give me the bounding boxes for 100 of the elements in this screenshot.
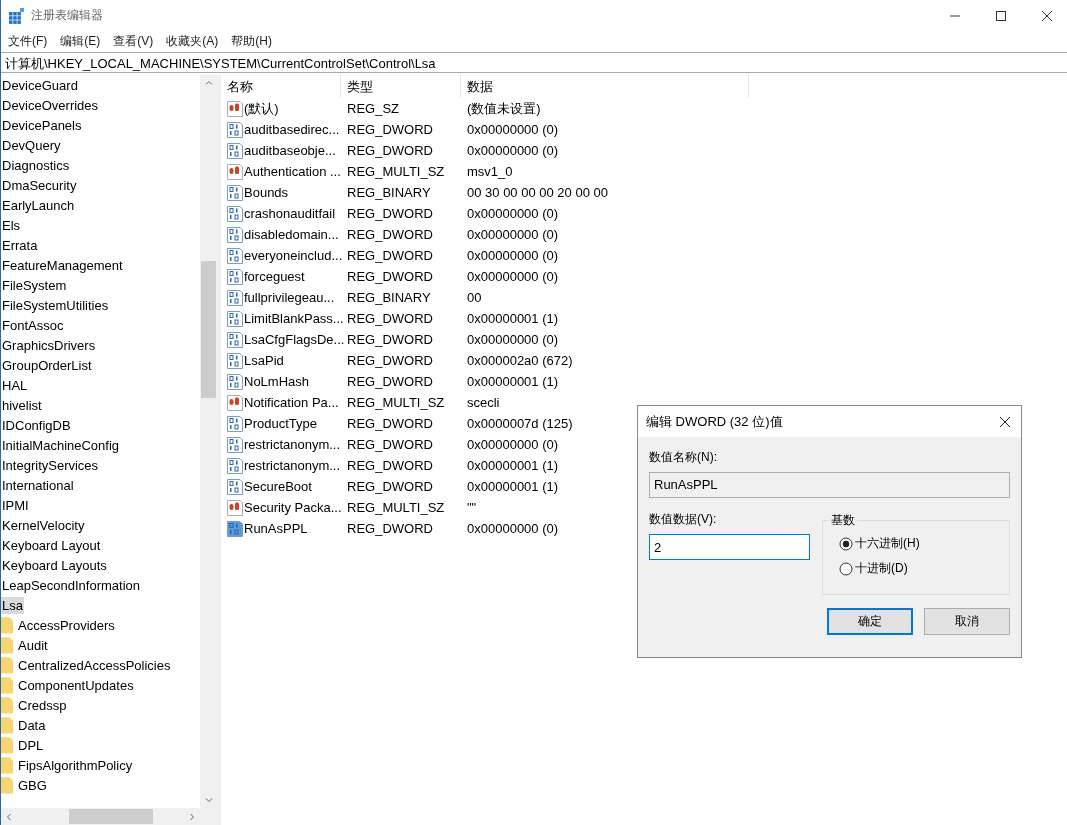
tree-item[interactable]: FileSystemUtilities [1,296,110,314]
tree-item[interactable]: Data [17,716,47,734]
scroll-thumb[interactable] [201,261,216,398]
tree-item[interactable]: CentralizedAccessPolicies [17,656,172,674]
tree-item[interactable]: GroupOrderList [1,356,93,374]
folder-icon [1,716,13,734]
value-data: "" [467,500,477,515]
value-name[interactable]: NoLmHash [244,374,310,389]
column-header[interactable]: 数据 [461,75,749,98]
tree-item[interactable]: GraphicsDrivers [1,336,97,354]
value-data: 0x00000001 (1) [467,479,559,494]
tree-item[interactable]: IPMI [1,496,30,514]
tree-item[interactable]: FipsAlgorithmPolicy [17,756,134,774]
radio-button[interactable] [839,536,853,551]
tree-item[interactable]: LeapSecondInformation [1,576,142,594]
tree-item[interactable]: DeviceOverrides [1,96,100,114]
tree-item[interactable]: IntegrityServices [1,456,100,474]
value-name[interactable]: auditbasedirec... [244,122,340,137]
value-data-field[interactable]: 2 [649,534,810,560]
tree-item[interactable]: FontAssoc [1,316,65,334]
value-data: 0x000002a0 (672) [467,353,573,368]
close-icon[interactable] [999,415,1011,428]
registry-app-icon [9,7,25,24]
value-name[interactable]: LimitBlankPass... [244,311,344,326]
value-data: 0x00000001 (1) [467,458,559,473]
radio-label[interactable]: 十六进制(H) [855,535,920,552]
value-name[interactable]: (默认) [244,99,279,118]
folder-icon [1,636,13,654]
value-type: REG_DWORD [347,437,433,452]
tree-item[interactable]: DPL [17,736,45,754]
tree-item[interactable]: HAL [1,376,29,394]
menu-item[interactable]: 查看(V) [113,33,154,50]
address-bar[interactable]: 计算机\HKEY_LOCAL_MACHINE\SYSTEM\CurrentControlSet\Control\Lsa [1,52,1067,73]
column-header[interactable]: 类型 [341,75,461,98]
value-name[interactable]: disabledomain... [244,227,339,242]
value-name[interactable]: LsaPid [244,353,284,368]
value-name[interactable]: ProductType [244,416,317,431]
tree-item[interactable]: DevQuery [1,136,62,154]
tree-item[interactable]: ComponentUpdates [17,676,135,694]
column-header[interactable]: 名称 [221,75,341,98]
value-type: REG_BINARY [347,290,431,305]
tree-item[interactable]: Diagnostics [1,156,71,174]
value-type: REG_DWORD [347,248,433,263]
tree-item[interactable]: hivelist [1,396,43,414]
value-name[interactable]: Bounds [244,185,289,200]
value-data: 00 30 00 00 00 20 00 00 [467,185,608,200]
tree-item[interactable]: DmaSecurity [1,176,78,194]
menu-item[interactable]: 帮助(H) [231,33,272,50]
menu-item[interactable]: 收藏夹(A) [166,33,219,50]
folder-icon [1,656,13,674]
window-title: 注册表编辑器 [31,7,103,24]
tree-item[interactable]: DeviceGuard [1,76,79,94]
tree-item[interactable]: FeatureManagement [1,256,124,274]
tree-item[interactable]: IDConfigDB [1,416,72,434]
tree-item[interactable]: Lsa [1,596,24,614]
scroll-thumb[interactable] [69,809,153,824]
value-name[interactable]: auditbaseobje... [244,143,336,158]
tree-item[interactable]: Audit [17,636,49,654]
value-name[interactable]: LsaCfgFlagsDe... [244,332,345,347]
tree-item[interactable]: GBG [17,776,48,794]
value-name[interactable]: everyoneinclud... [244,248,343,263]
tree-item[interactable]: Errata [1,236,39,254]
tree-item[interactable]: Credssp [17,696,68,714]
value-data: (数值未设置) [467,100,541,116]
value-name[interactable]: forceguest [244,269,305,284]
value-name[interactable]: Security Packa... [244,500,342,515]
value-name[interactable]: RunAsPPL [244,521,308,536]
tree-item[interactable]: InitialMachineConfig [1,436,121,454]
maximize-icon[interactable] [995,9,1007,22]
value-name-field[interactable]: RunAsPPL [649,472,1010,498]
value-name[interactable]: fullprivilegeau... [244,290,335,305]
tree-item[interactable]: Keyboard Layouts [1,556,108,574]
value-name[interactable]: crashonauditfail [244,206,336,221]
tree-item[interactable]: DevicePanels [1,116,83,134]
tree-item[interactable]: Keyboard Layout [1,536,102,554]
value-name[interactable]: restrictanonym... [244,437,341,452]
value-name[interactable]: SecureBoot [244,479,312,494]
ok-button[interactable]: 确定 [827,608,913,635]
tree-item[interactable]: Els [1,216,22,234]
cancel-button[interactable]: 取消 [924,608,1010,635]
tree-item[interactable]: AccessProviders [17,616,116,634]
value-type: REG_DWORD [347,206,433,221]
value-type: REG_DWORD [347,479,433,494]
field-label: 数值名称(N): [649,449,718,466]
value-name[interactable]: Notification Pa... [244,395,339,410]
value-type: REG_DWORD [347,458,433,473]
value-data: 0x0000007d (125) [467,416,573,431]
tree-item[interactable]: KernelVelocity [1,516,86,534]
value-data: 0x00000000 (0) [467,521,559,536]
tree-item[interactable]: International [1,476,75,494]
value-name[interactable]: restrictanonym... [244,458,341,473]
value-type: REG_DWORD [347,416,433,431]
tree-item[interactable]: EarlyLaunch [1,196,76,214]
radio-label[interactable]: 十进制(D) [855,560,908,577]
tree-item[interactable]: FileSystem [1,276,68,294]
menu-item[interactable]: 文件(F) [8,33,48,50]
value-name[interactable]: Authentication ... [244,164,341,179]
menu-item[interactable]: 编辑(E) [60,33,101,50]
radio-button[interactable] [839,561,853,576]
close-icon[interactable] [1041,9,1053,22]
